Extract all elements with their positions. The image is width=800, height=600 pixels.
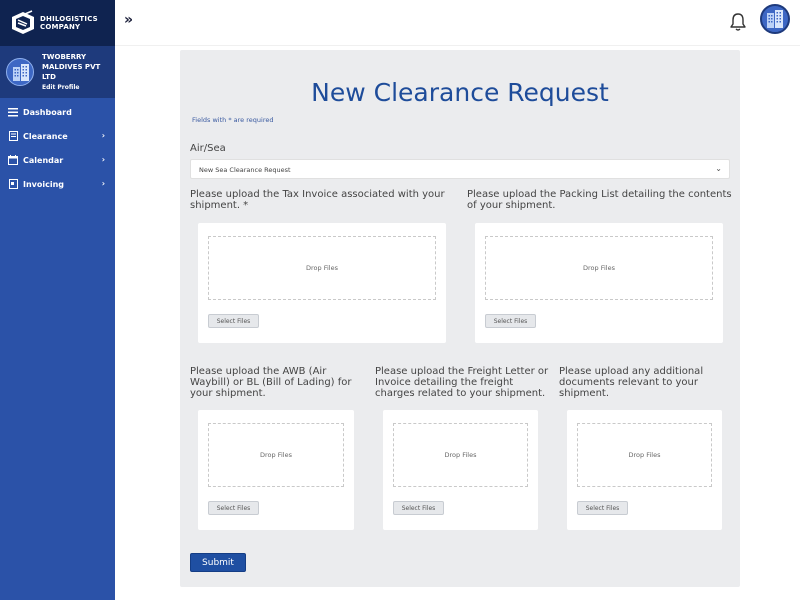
drop-zone[interactable]: Drop Files <box>577 423 712 487</box>
topbar: » <box>115 0 800 46</box>
tax-invoice-question: Please upload the Tax Invoice associated… <box>190 189 445 211</box>
select-files-button[interactable]: Select Files <box>208 501 259 515</box>
edit-profile-link[interactable]: Edit Profile <box>42 83 106 92</box>
sidebar-item-calendar[interactable]: Calendar › <box>0 148 115 172</box>
sidebar-item-label: Invoicing <box>23 179 65 189</box>
sidebar-item-clearance[interactable]: Clearance › <box>0 124 115 148</box>
page-title: New Clearance Request <box>311 78 609 107</box>
submit-button[interactable]: Submit <box>190 553 246 572</box>
additional-docs-upload: Drop Files Select Files <box>567 410 722 530</box>
building-icon <box>767 10 783 28</box>
menu-icon <box>8 107 18 117</box>
brand-line-1: DHILOGISTICS <box>40 15 98 23</box>
required-star: * <box>228 116 232 124</box>
company-name: TWOBERRY MALDIVES PVT LTD <box>42 53 101 81</box>
company-info: TWOBERRY MALDIVES PVT LTD Edit Profile <box>42 52 106 92</box>
chevron-right-icon: › <box>101 131 105 140</box>
brand-name: DHILOGISTICS COMPANY <box>40 15 98 31</box>
packing-list-question: Please upload the Packing List detailing… <box>467 189 732 211</box>
drop-zone[interactable]: Drop Files <box>485 236 713 300</box>
expand-sidebar-button[interactable]: » <box>124 12 133 28</box>
airsea-label: Air/Sea <box>190 143 226 154</box>
sidebar-item-dashboard[interactable]: Dashboard <box>0 100 115 124</box>
chevron-right-icon: › <box>101 179 105 188</box>
awb-bl-upload: Drop Files Select Files <box>198 410 354 530</box>
invoice-icon <box>8 179 18 189</box>
brand-logo[interactable]: DHILOGISTICS COMPANY <box>0 0 115 46</box>
select-files-button[interactable]: Select Files <box>577 501 628 515</box>
additional-docs-question: Please upload any additional documents r… <box>559 366 704 399</box>
freight-letter-question: Please upload the Freight Letter or Invo… <box>375 366 549 399</box>
chevron-right-icon: › <box>101 155 105 164</box>
chevron-down-icon: ⌄ <box>715 164 722 173</box>
sidebar-item-label: Clearance <box>23 131 68 141</box>
select-files-button[interactable]: Select Files <box>393 501 444 515</box>
company-avatar <box>6 58 34 86</box>
clearance-form-card: New Clearance Request Fields with * are … <box>180 50 740 587</box>
drop-zone[interactable]: Drop Files <box>208 423 344 487</box>
freight-letter-upload: Drop Files Select Files <box>383 410 538 530</box>
app-root: DHILOGISTICS COMPANY TWOBERRY MALDIVES P… <box>0 0 800 600</box>
brand-line-2: COMPANY <box>40 23 81 31</box>
tax-invoice-upload: Drop Files Select Files <box>198 223 446 343</box>
airsea-selected-value: New Sea Clearance Request <box>199 166 291 174</box>
select-files-button[interactable]: Select Files <box>485 314 536 328</box>
user-avatar[interactable] <box>760 4 790 34</box>
building-icon <box>13 64 29 81</box>
sidebar-nav: Dashboard Clearance › Calendar › Invoici… <box>0 100 115 196</box>
sidebar-item-label: Calendar <box>23 155 64 165</box>
company-profile[interactable]: TWOBERRY MALDIVES PVT LTD Edit Profile <box>0 46 115 98</box>
required-note-prefix: Fields with <box>192 116 227 124</box>
required-fields-note: Fields with * are required <box>192 116 273 124</box>
awb-bl-question: Please upload the AWB (Air Waybill) or B… <box>190 366 352 399</box>
sidebar-item-label: Dashboard <box>23 107 72 117</box>
sidebar: DHILOGISTICS COMPANY TWOBERRY MALDIVES P… <box>0 0 115 600</box>
box-logo-icon <box>10 10 36 36</box>
airsea-select[interactable]: New Sea Clearance Request ⌄ <box>190 159 730 179</box>
document-icon <box>8 131 18 141</box>
packing-list-upload: Drop Files Select Files <box>475 223 723 343</box>
drop-zone[interactable]: Drop Files <box>393 423 528 487</box>
bell-icon[interactable] <box>729 12 747 32</box>
required-note-suffix: are required <box>233 116 274 124</box>
select-files-button[interactable]: Select Files <box>208 314 259 328</box>
sidebar-item-invoicing[interactable]: Invoicing › <box>0 172 115 196</box>
drop-zone[interactable]: Drop Files <box>208 236 436 300</box>
calendar-icon <box>8 155 18 165</box>
